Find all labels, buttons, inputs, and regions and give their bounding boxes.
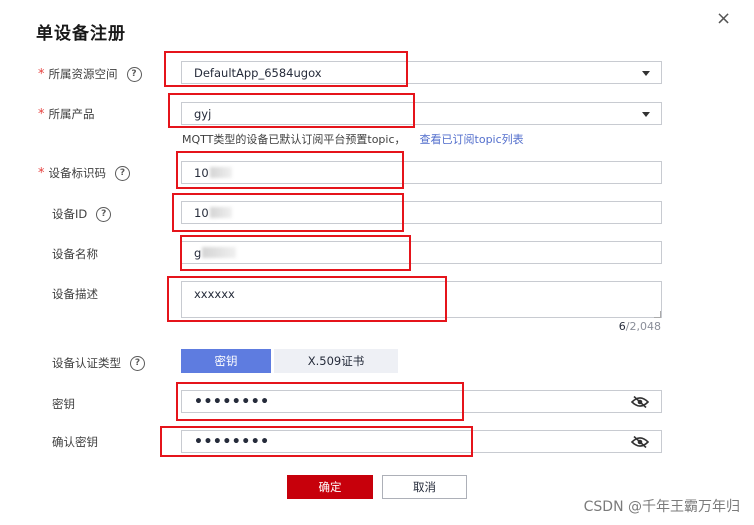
description-label-text: 设备描述 <box>52 287 98 301</box>
char-count-current: 6 <box>618 320 626 333</box>
secret-label: 密钥 <box>52 396 75 412</box>
cancel-button[interactable]: 取消 <box>382 475 467 499</box>
confirm-secret-label: 确认密钥 <box>52 434 98 450</box>
auth-secret-option[interactable]: 密钥 <box>181 349 271 373</box>
resource-space-value: DefaultApp_6584ugox <box>194 65 322 80</box>
device-name-label-text: 设备名称 <box>52 247 98 261</box>
resize-handle[interactable] <box>654 311 661 318</box>
resource-space-label-text: 所属资源空间 <box>48 67 118 81</box>
auth-cert-option[interactable]: X.509证书 <box>274 349 398 373</box>
required-mark: * <box>38 106 45 122</box>
description-value: xxxxxx <box>194 287 235 301</box>
help-icon[interactable]: ? <box>96 206 112 222</box>
resource-space-label: * 所属资源空间 ? <box>38 66 142 82</box>
node-id-label: * 设备标识码 ? <box>38 165 130 181</box>
description-textarea[interactable]: xxxxxx <box>181 281 662 318</box>
mqtt-hint-text: MQTT类型的设备已默认订阅平台预置topic， <box>182 133 406 146</box>
product-select[interactable]: gyj <box>181 102 662 125</box>
redacted-text <box>209 207 232 218</box>
node-id-input[interactable]: 10 <box>181 161 662 184</box>
description-label: 设备描述 <box>52 286 98 302</box>
eye-off-icon[interactable] <box>631 435 649 448</box>
confirm-secret-label-text: 确认密钥 <box>52 435 98 449</box>
node-id-label-text: 设备标识码 <box>48 166 107 180</box>
device-id-label: 设备ID ? <box>52 206 112 222</box>
confirm-secret-value: •••••••• <box>194 433 270 450</box>
secret-input[interactable]: •••••••• <box>181 390 662 413</box>
confirm-secret-input[interactable]: •••••••• <box>181 430 662 453</box>
char-counter: 6/2,048 <box>619 320 661 333</box>
confirm-button[interactable]: 确定 <box>287 475 373 499</box>
device-id-value: 10 <box>194 205 209 220</box>
required-mark: * <box>38 66 45 82</box>
auth-type-label-text: 设备认证类型 <box>52 356 121 370</box>
watermark: CSDN @千年王霸万年归 <box>583 499 740 515</box>
dialog-title: 单设备注册 <box>36 24 126 44</box>
device-id-input[interactable]: 10 <box>181 201 662 224</box>
redacted-text <box>209 167 232 178</box>
help-icon[interactable]: ? <box>126 66 142 82</box>
auth-type-label: 设备认证类型 ? <box>52 355 145 371</box>
resource-space-select[interactable]: DefaultApp_6584ugox <box>181 61 662 84</box>
view-topics-link[interactable]: 查看已订阅topic列表 <box>420 133 524 146</box>
chevron-down-icon <box>642 111 650 117</box>
product-value: gyj <box>194 106 212 121</box>
redacted-text <box>202 247 237 258</box>
mqtt-hint: MQTT类型的设备已默认订阅平台预置topic， 查看已订阅topic列表 <box>182 131 524 147</box>
product-label-text: 所属产品 <box>48 107 95 121</box>
char-count-max: /2,048 <box>625 320 661 333</box>
device-id-label-text: 设备ID <box>52 207 88 221</box>
device-name-value: g <box>194 245 202 260</box>
product-label: * 所属产品 <box>38 106 95 122</box>
help-icon[interactable]: ? <box>130 355 145 371</box>
required-mark: * <box>38 165 45 181</box>
help-icon[interactable]: ? <box>115 165 130 181</box>
device-name-input[interactable]: g <box>181 241 662 264</box>
node-id-value: 10 <box>194 165 209 180</box>
close-icon[interactable]: × <box>716 10 731 28</box>
eye-off-icon[interactable] <box>631 395 649 408</box>
register-device-dialog: 单设备注册 × * 所属资源空间 ? DefaultApp_6584ugox *… <box>0 0 754 525</box>
secret-value: •••••••• <box>194 393 270 410</box>
secret-label-text: 密钥 <box>52 397 75 411</box>
device-name-label: 设备名称 <box>52 246 98 262</box>
chevron-down-icon <box>642 70 650 76</box>
